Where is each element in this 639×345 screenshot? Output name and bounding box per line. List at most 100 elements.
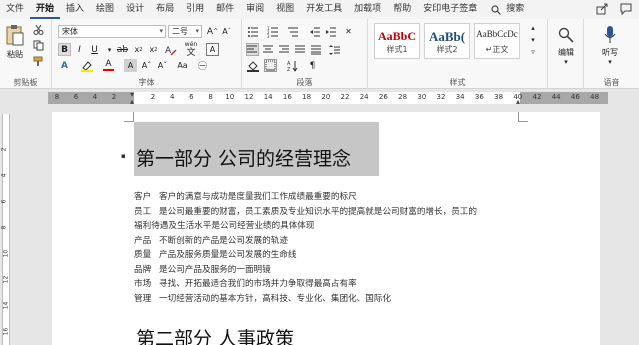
font-name-select[interactable]: 宋体 ▾ (58, 25, 166, 38)
body-line[interactable]: 品牌 是公司产品及服务的一面明镜 (134, 263, 271, 275)
style-name: 样式2 (436, 45, 458, 54)
heading-2[interactable]: 第二部分 人事政策 (136, 324, 294, 345)
shrink-font-alt-button[interactable]: Aˇ (156, 59, 169, 72)
superscript-button[interactable]: x2 (147, 43, 160, 56)
strikethrough-button[interactable]: ab (116, 43, 129, 56)
distributed-icon[interactable] (310, 43, 323, 56)
styles-scroll-down-icon[interactable]: ▾ (528, 35, 538, 45)
font-color-button[interactable]: A (102, 59, 115, 72)
share-icon[interactable] (595, 2, 609, 16)
align-left-icon[interactable] (246, 43, 259, 56)
line-spacing-icon[interactable] (328, 43, 341, 56)
bullets-icon[interactable] (246, 25, 259, 38)
tab-3[interactable]: 绘图 (90, 0, 120, 19)
tab-10[interactable]: 开发工具 (300, 0, 348, 19)
tab-0[interactable]: 文件 (0, 0, 30, 19)
microphone-icon[interactable] (600, 24, 620, 46)
font-size-select[interactable]: 二号 ▾ (168, 25, 202, 38)
tab-2[interactable]: 插入 (60, 0, 90, 19)
font-group-label: 字体 (138, 78, 155, 87)
ruler-number: 2 (150, 93, 156, 101)
body-line[interactable]: 质量 产品及服务质量是公司发展的生命线 (134, 248, 297, 260)
align-center-icon[interactable] (262, 43, 275, 56)
style-item-1[interactable]: AaBbC 样式1 (374, 23, 420, 59)
italic-button[interactable]: I (73, 43, 86, 56)
shrink-font-button[interactable]: Aˇ (220, 25, 233, 38)
tab-6[interactable]: 引用 (180, 0, 210, 19)
sort-icon[interactable]: AZ (286, 59, 299, 72)
numbering-icon[interactable]: 123 (266, 25, 279, 38)
ruler-number: 4 (169, 93, 175, 101)
styles-scroll-up-icon[interactable]: ▴ (528, 23, 538, 33)
document-page[interactable]: ▪ 第一部分 公司的经营理念 客户 客户的满意与成功是度量我们工作成绩最重要的标尺… (52, 112, 600, 345)
cut-icon[interactable] (32, 23, 45, 36)
bold-button[interactable]: B (58, 43, 71, 56)
search-box[interactable]: 搜索 (483, 0, 530, 19)
paragraph-group: 123 ✕ A Z ¶ 段落 (242, 19, 368, 89)
hanging-indent-marker[interactable]: ▴ (130, 97, 134, 106)
subscript-button[interactable]: x2 (132, 43, 145, 56)
heading-1[interactable]: 第一部分 公司的经营理念 (136, 144, 351, 171)
svg-text:3: 3 (267, 34, 270, 38)
horizontal-ruler[interactable]: 8 6 4 2 2 4 6 8 10 12 14 16 18 20 22 24 26 28 30 32 34 36 38 40… (0, 90, 639, 106)
copy-icon[interactable] (32, 39, 45, 52)
tab-5[interactable]: 布局 (150, 0, 180, 19)
justify-icon[interactable] (294, 43, 307, 56)
font-size-value: 二号 (172, 27, 188, 36)
tab-4[interactable]: 设计 (120, 0, 150, 19)
body-line[interactable]: 客户 客户的满意与成功是度量我们工作成绩最重要的标尺 (134, 190, 357, 202)
chevron-down-icon[interactable]: ▾ (103, 43, 116, 56)
ruler-number: 8 (208, 93, 213, 101)
ruler-number: 46 (570, 93, 580, 101)
vruler-number: 8 (0, 225, 8, 230)
change-case-button[interactable]: Aa (176, 59, 189, 72)
tab-13[interactable]: 安印电子签章 (417, 0, 483, 19)
grow-font-button[interactable]: A ^ (206, 25, 219, 38)
decrease-indent-icon[interactable] (308, 25, 321, 38)
ruler-number: 2 (111, 93, 117, 101)
body-line[interactable]: 市场 寻找、开拓最适合我们的市场并力争取得最高占有率 (134, 277, 357, 289)
find-icon[interactable] (556, 25, 576, 45)
borders-icon[interactable] (264, 59, 277, 72)
phonetic-guide-button[interactable]: wén 文 (180, 41, 202, 58)
underline-button[interactable]: U (88, 43, 101, 56)
right-indent-marker[interactable]: ▴ (516, 97, 520, 106)
show-marks-icon[interactable]: ¶ (306, 59, 319, 72)
tab-11[interactable]: 加载项 (348, 0, 387, 19)
enclose-char-button[interactable]: ㊀ (196, 59, 209, 72)
body-line[interactable]: 员工 是公司最重要的财富，员工素质及专业知识水平的提高就是公司财富的增长，员工的 (134, 205, 477, 217)
body-line[interactable]: 福利待遇及生活水平是公司经营业绩的具体体现 (134, 219, 314, 231)
comment-icon[interactable] (619, 2, 633, 16)
vruler-number: 4 (0, 173, 8, 178)
multilevel-list-icon[interactable] (286, 25, 299, 38)
styles-more-icon[interactable]: ▿ (528, 47, 538, 57)
clear-format-icon[interactable]: A (164, 43, 177, 56)
tab-12[interactable]: 帮助 (387, 0, 417, 19)
style-item-2[interactable]: AaBb(样式2 (424, 23, 470, 59)
line-text: 客户的满意与成功是度量我们工作成绩最重要的标尺 (159, 192, 357, 202)
line-text: 是公司产品及服务的一面明镜 (159, 264, 271, 275)
tab-9[interactable]: 视图 (270, 0, 300, 19)
chevron-down-icon: ▾ (564, 58, 568, 66)
grow-font-alt-button[interactable]: Aˆ (140, 59, 153, 72)
body-line[interactable]: 管理 一切经营活动的基本方针，高科技、专业化、集团化、国际化 (134, 292, 391, 304)
paste-button[interactable] (4, 22, 26, 48)
margin-corner-mark (518, 112, 528, 122)
align-right-icon[interactable] (278, 43, 291, 56)
format-painter-icon[interactable] (32, 55, 45, 68)
tab-7[interactable]: 邮件 (210, 0, 240, 19)
char-border-button[interactable]: A (206, 43, 219, 56)
increase-indent-icon[interactable] (324, 25, 337, 38)
ruler-number: 38 (494, 93, 504, 101)
chinese-layout-button[interactable]: ✕ (342, 25, 355, 38)
ruler-number: 36 (474, 93, 484, 101)
char-shading-button[interactable]: A (124, 59, 137, 72)
shading-icon[interactable] (246, 59, 259, 72)
vertical-ruler[interactable]: 2 4 6 8 10 12 14 16 (0, 106, 12, 345)
style-item-3[interactable]: AaBbCcDc ↵正文 (474, 23, 520, 59)
tab-1[interactable]: 开始 (30, 0, 61, 19)
highlight-icon[interactable] (80, 59, 93, 72)
tab-8[interactable]: 审阅 (240, 0, 270, 19)
text-effects-button[interactable]: A (58, 59, 71, 72)
body-line[interactable]: 产品 不断创新的产品是公司发展的轨迹 (134, 234, 288, 246)
